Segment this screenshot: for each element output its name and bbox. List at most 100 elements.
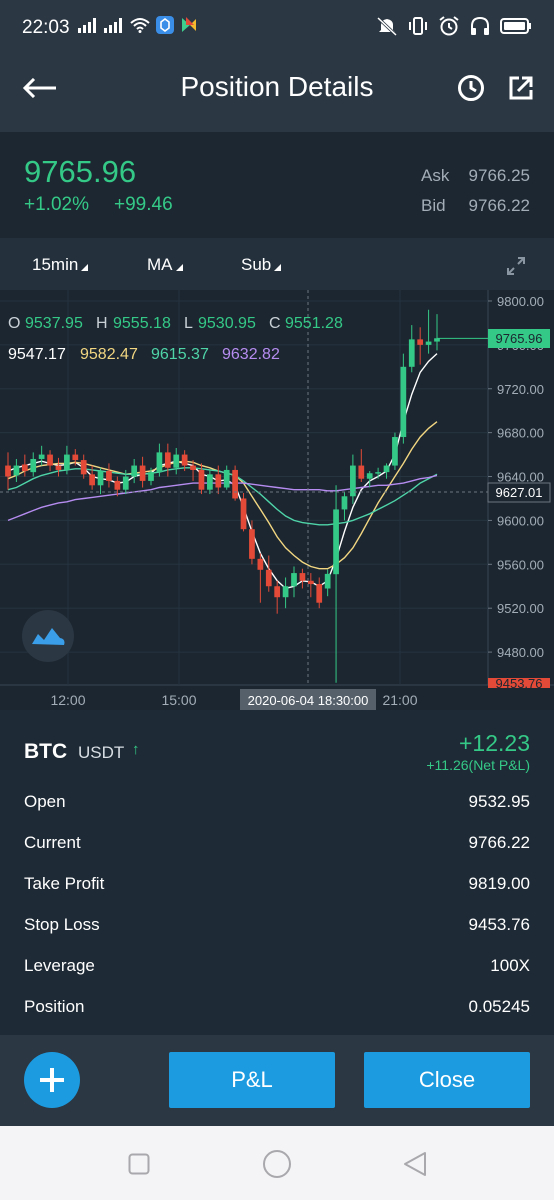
candle	[274, 580, 281, 614]
action-bar: P&L Close	[0, 1035, 554, 1126]
candle	[139, 456, 146, 488]
candle-body	[341, 496, 348, 510]
candle-body	[215, 474, 222, 488]
candle	[341, 491, 348, 521]
indicator-selector[interactable]: MA	[147, 255, 183, 275]
y-axis: 9800.009760.009720.009680.009640.009600.…	[488, 294, 544, 660]
candle-body	[207, 474, 213, 490]
candle-body	[232, 469, 238, 499]
x-tick-label: 15:00	[161, 692, 196, 708]
candle	[106, 463, 112, 488]
candle-body	[198, 469, 205, 490]
open-label: Open	[24, 792, 66, 811]
pnl-button[interactable]: P&L	[169, 1052, 335, 1108]
interval-selector[interactable]: 15min	[32, 255, 89, 275]
candle-body	[64, 454, 70, 470]
candle-body	[131, 465, 138, 477]
take-profit-value: 9819.00	[468, 874, 530, 893]
battery-icon	[500, 18, 531, 34]
candle-body	[72, 454, 79, 461]
y-tick-label: 9680.00	[497, 426, 544, 441]
leverage-label: Leverage	[24, 956, 95, 975]
position-size-label: Position	[24, 997, 85, 1016]
wifi-icon	[130, 18, 150, 33]
candle	[207, 469, 213, 495]
candle-body	[366, 473, 373, 479]
candle-body	[299, 573, 306, 581]
signal-icon	[78, 18, 96, 33]
candle-body	[173, 454, 180, 468]
candle	[282, 577, 289, 609]
candle-body	[223, 469, 230, 488]
chart-toolbar: 15min MA Sub	[0, 238, 554, 290]
leverage-value: 100X	[490, 956, 530, 975]
dropdown-caret-icon	[274, 264, 282, 271]
candle	[240, 492, 247, 532]
add-button[interactable]	[24, 1052, 80, 1108]
candle-body	[383, 465, 390, 473]
candle-body	[265, 569, 272, 587]
last-price-tag-text: 9765.96	[496, 331, 543, 346]
mute-icon	[376, 16, 398, 37]
candle	[47, 450, 53, 472]
crosshair-price-text: 9627.01	[496, 485, 543, 500]
clock-icon[interactable]	[457, 74, 485, 102]
current-value: 9766.22	[468, 833, 530, 852]
app-icon	[156, 16, 174, 34]
ohlc-l-label: L	[184, 315, 193, 332]
candle	[291, 566, 297, 598]
external-link-icon[interactable]	[508, 75, 534, 101]
ohlc-l-value: 9530.95	[198, 315, 256, 332]
candle	[400, 353, 407, 444]
candle-body	[274, 586, 281, 598]
vibrate-icon	[409, 17, 427, 35]
candles	[5, 309, 488, 683]
candle-body	[5, 465, 11, 477]
ask-value: 9766.25	[468, 166, 530, 185]
candle-body	[190, 465, 196, 470]
candle-body	[47, 454, 53, 466]
indicator-label: MA	[147, 255, 173, 274]
status-icons-left	[78, 16, 198, 34]
candle-body	[291, 573, 297, 587]
expand-icon[interactable]	[506, 256, 526, 276]
position-details: BTC USDT ↑ +12.23 +11.26(Net P&L) Open 9…	[0, 710, 554, 1035]
candle	[97, 467, 104, 495]
net-pnl-value: +11.26(Net P&L)	[426, 757, 530, 773]
stop-loss-label: Stop Loss	[24, 915, 100, 934]
sub-indicator-selector[interactable]: Sub	[241, 255, 282, 275]
candle-body	[89, 474, 95, 486]
pnl-value: +12.23	[459, 730, 530, 756]
dropdown-caret-icon	[81, 264, 89, 271]
close-button[interactable]: Close	[364, 1052, 530, 1108]
sub-label: Sub	[241, 255, 272, 274]
price-summary: 9765.96 +1.02% +99.46 Ask 9766.25 Bid 97…	[0, 132, 554, 238]
ohlc-h-label: H	[96, 315, 108, 332]
candle	[13, 458, 20, 483]
x-tick-label: 21:00	[382, 692, 417, 708]
candle-body	[106, 471, 112, 481]
candle	[223, 465, 230, 490]
y-tick-label: 9640.00	[497, 470, 544, 485]
candle	[164, 443, 171, 477]
home-icon[interactable]	[262, 1149, 292, 1179]
bottom-price-text: 9453.76	[496, 676, 543, 691]
back-icon[interactable]	[402, 1151, 428, 1177]
change-absolute: +99.46	[114, 194, 173, 215]
arrow-up-icon: ↑	[132, 741, 140, 758]
y-tick-label: 9560.00	[497, 557, 544, 572]
candle-body	[148, 472, 154, 481]
ma2-value: 9582.47	[80, 346, 138, 363]
candle	[299, 568, 306, 589]
candle-body	[13, 465, 20, 476]
ohlc-o-label: O	[8, 315, 20, 332]
candle-body	[156, 452, 163, 473]
candle-body	[80, 460, 87, 475]
ohlc-h-value: 9555.18	[113, 315, 171, 332]
price-chart[interactable]: 9800.009760.009720.009680.009640.009600.…	[0, 290, 554, 710]
quote-currency: USDT	[78, 743, 125, 762]
candle	[350, 454, 356, 504]
candle	[392, 432, 398, 470]
candle-body	[21, 464, 28, 472]
recent-apps-icon[interactable]	[128, 1153, 150, 1175]
